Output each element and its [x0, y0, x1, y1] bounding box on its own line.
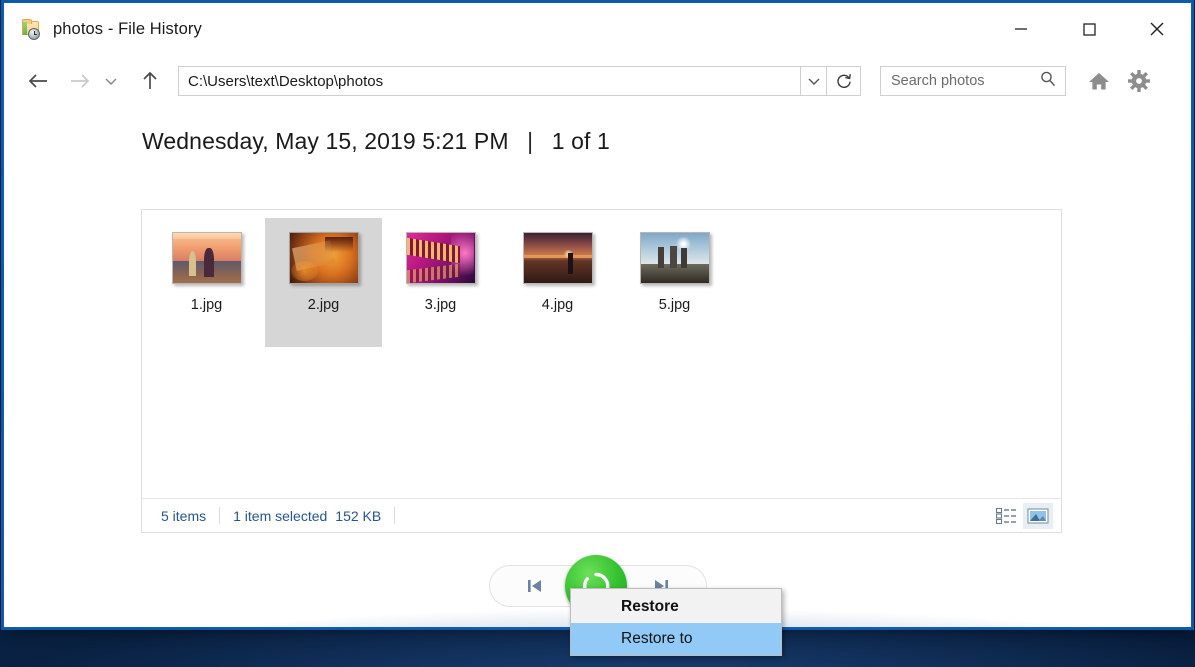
close-icon[interactable]: [1123, 3, 1191, 55]
search-placeholder-text: Search photos: [891, 73, 985, 89]
search-input[interactable]: Search photos: [880, 66, 1066, 96]
thumbnail-image: [288, 232, 359, 284]
file-name-label: 1.jpg: [190, 297, 223, 313]
folder-history-icon: [20, 18, 42, 40]
version-counter-text: 1 of 1: [551, 128, 610, 154]
menu-item-restore[interactable]: Restore: [571, 591, 781, 623]
file-item-2[interactable]: 2.jpg: [265, 218, 382, 347]
skip-previous-icon: [527, 580, 541, 592]
details-view-icon[interactable]: [991, 503, 1021, 529]
home-icon[interactable]: [1082, 64, 1116, 98]
version-date-text: Wednesday, May 15, 2019 5:21 PM: [142, 128, 509, 154]
file-item-1[interactable]: 1.jpg: [148, 218, 265, 323]
status-bar: 5 items 1 item selected 152 KB: [142, 498, 1061, 532]
title-bar: photos - File History: [4, 3, 1191, 55]
thumbnail-image: [405, 232, 476, 284]
maximize-icon[interactable]: [1055, 3, 1123, 55]
chevron-down-icon[interactable]: [98, 65, 124, 97]
large-icons-view-icon[interactable]: [1023, 502, 1053, 529]
forward-arrow-icon: [64, 65, 96, 97]
address-bar[interactable]: C:\Users\text\Desktop\photos: [178, 66, 861, 96]
thumbnail-image: [171, 232, 242, 284]
address-dropdown-icon[interactable]: [801, 66, 827, 96]
file-list-panel: 1.jpg 2.jpg 3.jpg 4.jpg 5.jpg 5 items 1 …: [141, 209, 1062, 533]
back-arrow-icon[interactable]: [22, 65, 54, 97]
status-divider-2: [394, 507, 396, 524]
file-name-label: 2.jpg: [307, 297, 340, 313]
menu-item-label: Restore: [621, 598, 679, 615]
item-count-text: 5 items: [161, 507, 207, 524]
file-name-label: 4.jpg: [541, 297, 574, 313]
selection-text: 1 item selected: [233, 507, 328, 524]
window-title: photos - File History: [53, 19, 202, 38]
selection-size-text: 152 KB: [335, 507, 382, 524]
file-history-window: photos - File History C:\Users\text\Desk…: [3, 2, 1192, 628]
desktop-background: photos - File History C:\Users\text\Desk…: [0, 0, 1195, 667]
file-name-label: 3.jpg: [424, 297, 457, 313]
up-arrow-icon[interactable]: [134, 65, 166, 97]
restore-context-menu: Restore Restore to: [570, 588, 782, 656]
menu-item-restore-to[interactable]: Restore to: [571, 623, 781, 655]
refresh-icon[interactable]: [827, 66, 861, 96]
search-icon[interactable]: [1039, 70, 1057, 93]
version-date-header: Wednesday, May 15, 2019 5:21 PM | 1 of 1: [4, 107, 1191, 155]
address-input[interactable]: C:\Users\text\Desktop\photos: [178, 66, 801, 96]
file-name-label: 5.jpg: [658, 297, 691, 313]
header-separator: |: [527, 128, 534, 154]
minimize-icon[interactable]: [987, 3, 1055, 55]
status-divider-1: [219, 507, 221, 524]
file-item-5[interactable]: 5.jpg: [616, 218, 733, 323]
gear-icon[interactable]: [1122, 64, 1156, 98]
file-grid: 1.jpg 2.jpg 3.jpg 4.jpg 5.jpg: [142, 210, 1061, 498]
file-item-3[interactable]: 3.jpg: [382, 218, 499, 323]
menu-item-label: Restore to: [621, 630, 693, 647]
thumbnail-image: [639, 232, 710, 284]
file-item-4[interactable]: 4.jpg: [499, 218, 616, 323]
address-path-text: C:\Users\text\Desktop\photos: [188, 72, 384, 90]
navigation-bar: C:\Users\text\Desktop\photos Search phot…: [4, 55, 1191, 107]
thumbnail-image: [522, 232, 593, 284]
window-controls: [987, 3, 1191, 55]
